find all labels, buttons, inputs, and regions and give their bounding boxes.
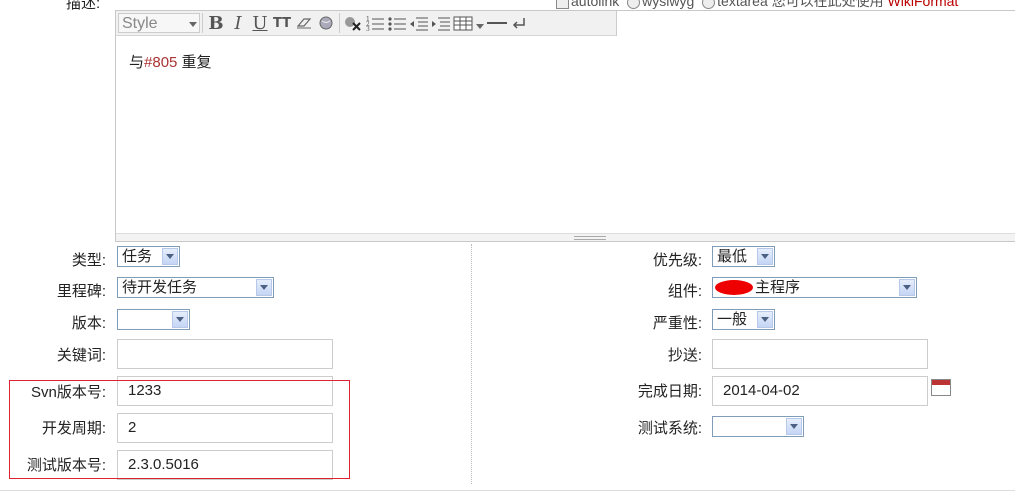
remove-link-icon[interactable]: [342, 12, 364, 34]
type-select[interactable]: 任务: [117, 246, 180, 267]
editor-resize-handle[interactable]: [116, 233, 1015, 241]
resize-grip-icon: [574, 236, 606, 240]
component-label: 组件:: [667, 283, 702, 300]
keywords-label: 关键词:: [56, 347, 106, 364]
type-label: 类型:: [71, 252, 106, 269]
wiki-format-link[interactable]: WikiFormat: [888, 0, 959, 9]
wysiwyg-radio[interactable]: [627, 0, 641, 9]
due-date-label: 完成日期:: [637, 383, 702, 400]
version-select[interactable]: [117, 309, 190, 330]
chevron-down-icon: [256, 279, 272, 296]
cc-input[interactable]: [712, 339, 928, 369]
column-divider: [471, 244, 472, 484]
underline-icon[interactable]: U: [249, 12, 271, 34]
toolbar-separator: [339, 13, 340, 33]
chevron-down-icon: [189, 22, 197, 27]
milestone-label: 里程碑:: [56, 283, 106, 300]
line-break-icon[interactable]: [508, 12, 530, 34]
priority-label: 优先级:: [652, 252, 702, 269]
autolink-checkbox[interactable]: [556, 0, 569, 9]
horizontal-rule-icon[interactable]: [486, 12, 508, 34]
highlight-box: [9, 380, 350, 479]
outdent-icon[interactable]: [408, 12, 430, 34]
ticket-ref-link[interactable]: #805: [144, 54, 177, 71]
keywords-input[interactable]: [117, 339, 333, 369]
version-label: 版本:: [71, 315, 106, 332]
help-text: 您可以在此处使用: [771, 0, 884, 9]
chevron-down-icon: [172, 311, 188, 328]
cc-label: 抄送:: [667, 347, 702, 364]
chevron-down-icon: [162, 248, 178, 265]
autolink-label: autolink: [571, 0, 620, 9]
svg-text:3: 3: [366, 26, 370, 31]
style-dropdown-label: Style: [122, 15, 158, 32]
italic-icon[interactable]: I: [227, 12, 249, 34]
bullet-list-icon[interactable]: [386, 12, 408, 34]
type-value: 任务: [122, 248, 153, 265]
priority-select[interactable]: 最低: [712, 246, 775, 267]
component-select[interactable]: 主程序: [712, 277, 917, 298]
test-system-label: 测试系统:: [637, 420, 702, 437]
content-prefix: 与: [129, 54, 145, 71]
calendar-icon[interactable]: [931, 379, 951, 396]
description-label: 描述:: [66, 0, 101, 12]
textarea-label: textarea: [717, 0, 768, 9]
style-dropdown[interactable]: Style: [118, 13, 200, 33]
chevron-down-icon[interactable]: [474, 12, 486, 34]
content-suffix: 重复: [177, 54, 212, 71]
test-system-select[interactable]: [712, 416, 804, 437]
bold-icon[interactable]: B: [205, 12, 227, 34]
indent-icon[interactable]: [430, 12, 452, 34]
wysiwyg-label: wysiwyg: [642, 0, 695, 9]
component-value: 主程序: [755, 279, 801, 296]
priority-value: 最低: [717, 248, 748, 265]
redaction-mark: [715, 280, 753, 295]
description-editor[interactable]: Style B I U TT 123 与#805 重复: [115, 10, 1015, 242]
editor-toolbar: Style B I U TT 123: [116, 11, 617, 36]
toolbar-separator: [202, 13, 203, 33]
milestone-value: 待开发任务: [122, 279, 198, 296]
severity-value: 一般: [717, 311, 748, 328]
bottom-divider: [0, 490, 1015, 491]
severity-select[interactable]: 一般: [712, 309, 775, 330]
chevron-down-icon: [757, 248, 773, 265]
chevron-down-icon: [786, 418, 802, 435]
editor-content[interactable]: 与#805 重复: [129, 51, 212, 72]
chevron-down-icon: [899, 279, 915, 296]
chevron-down-icon: [757, 311, 773, 328]
milestone-select[interactable]: 待开发任务: [117, 277, 274, 298]
ordered-list-icon[interactable]: 123: [364, 12, 386, 34]
eraser-icon[interactable]: [293, 12, 315, 34]
due-date-input[interactable]: 2014-04-02: [712, 376, 928, 406]
severity-label: 严重性:: [652, 315, 702, 332]
monospace-icon[interactable]: TT: [271, 12, 293, 34]
table-icon[interactable]: [452, 12, 474, 34]
textarea-radio[interactable]: [702, 0, 716, 9]
globe-icon[interactable]: [315, 12, 337, 34]
